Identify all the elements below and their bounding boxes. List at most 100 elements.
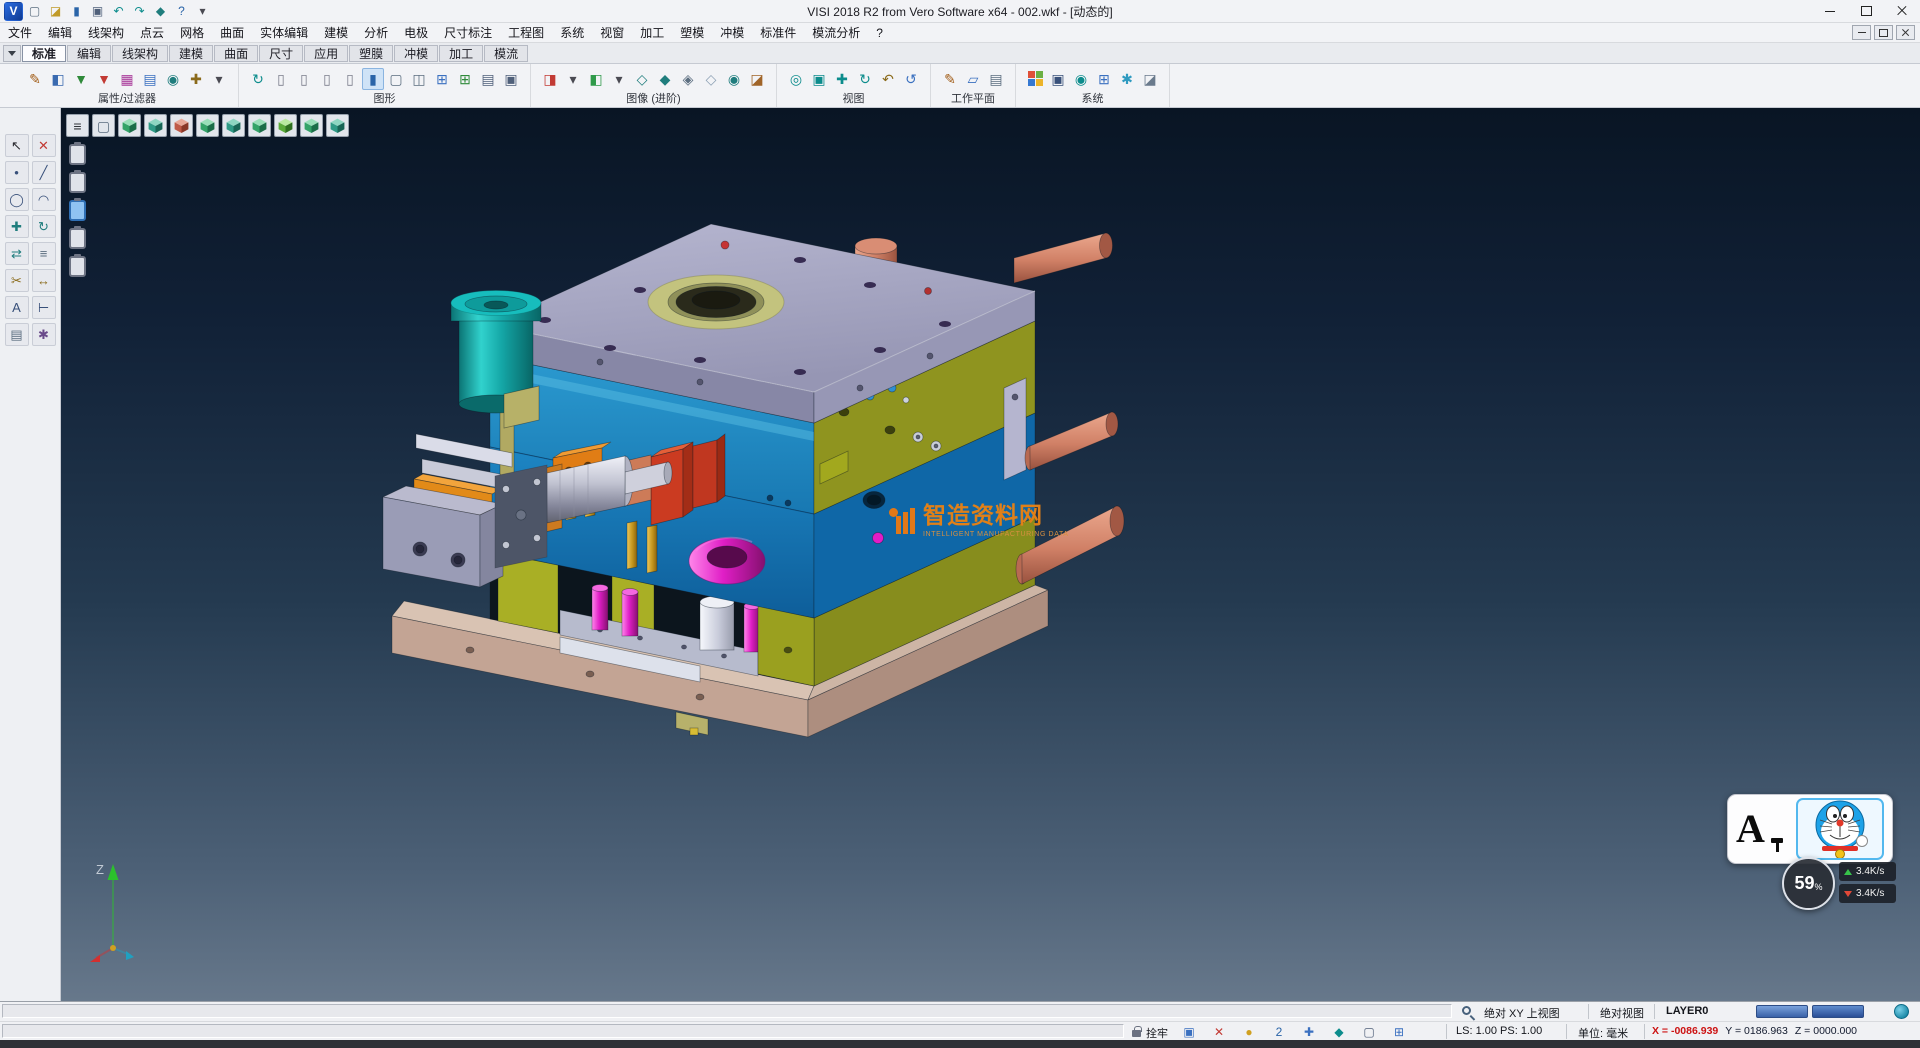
tab-item[interactable]: 应用 [304, 45, 348, 62]
cpu-percent-badge[interactable]: 59 % [1782, 857, 1835, 910]
view-iso-2-icon[interactable] [300, 114, 323, 137]
refresh-view-icon[interactable]: ↺ [900, 68, 922, 90]
transparent-icon[interactable]: ◇ [700, 68, 722, 90]
zoom-2-icon[interactable]: 2 [1270, 1023, 1288, 1040]
select-icon[interactable]: ↖ [5, 134, 29, 157]
clipboard-slot[interactable] [69, 256, 86, 277]
view-back-icon[interactable] [222, 114, 245, 137]
rotate-icon[interactable]: ↻ [32, 215, 56, 238]
list-bar-3-icon[interactable]: ▯ [316, 68, 338, 90]
view-right-icon[interactable] [170, 114, 193, 137]
point-icon[interactable]: • [5, 161, 29, 184]
mdi-close-button[interactable] [1896, 25, 1915, 40]
tab-item[interactable]: 尺寸 [259, 45, 303, 62]
scale-readout[interactable]: LS: 1.00 PS: 1.00 [1456, 1025, 1542, 1037]
units-readout[interactable]: 单位: 毫米 [1578, 1025, 1628, 1041]
new-file-icon[interactable]: ▢ [25, 2, 44, 21]
search-icon[interactable] [1462, 1006, 1471, 1015]
menu-item[interactable]: 建模 [316, 23, 356, 42]
tab-list-dropdown-icon[interactable] [3, 45, 21, 62]
attr-more-icon[interactable]: ▾ [208, 68, 230, 90]
mold-3d-model[interactable]: Z [61, 108, 1920, 1001]
line-icon[interactable]: ╱ [32, 161, 56, 184]
maximize-button[interactable] [1848, 0, 1884, 22]
edit-attributes-icon[interactable]: ✎ [24, 68, 46, 90]
pan-icon[interactable]: ✚ [831, 68, 853, 90]
mirror-icon[interactable]: ⇄ [5, 242, 29, 265]
snap-icon[interactable]: ✚ [1300, 1023, 1318, 1040]
tab-item[interactable]: 模流 [484, 45, 528, 62]
open-file-icon[interactable]: ◪ [46, 2, 65, 21]
filter-red-icon[interactable]: ▼ [93, 68, 115, 90]
view-iso-3-icon[interactable] [326, 114, 349, 137]
view-absolute-mode[interactable]: 绝对视图 [1600, 1005, 1644, 1021]
tab-item[interactable]: 塑膜 [349, 45, 393, 62]
view-lock-mode[interactable]: 绝对 XY 上视图 [1484, 1005, 1560, 1021]
rotate-view-icon[interactable]: ↻ [854, 68, 876, 90]
view-front-icon[interactable] [144, 114, 167, 137]
clipboard-slot[interactable] [69, 172, 86, 193]
filter-green-icon[interactable]: ▼ [70, 68, 92, 90]
qat-more-icon[interactable]: ▾ [193, 2, 212, 21]
print-icon[interactable]: ▣ [500, 68, 522, 90]
menu-item[interactable]: 编辑 [40, 23, 80, 42]
system-colors-icon[interactable] [1024, 68, 1046, 90]
tab-item[interactable]: 曲面 [214, 45, 258, 62]
page-view-icon[interactable]: ▢ [385, 68, 407, 90]
render-menu-icon[interactable]: ▾ [562, 68, 584, 90]
tab-item[interactable]: 标准 [22, 45, 66, 62]
color-palette-icon[interactable]: ▦ [116, 68, 138, 90]
zoom-fit-icon[interactable]: ▣ [808, 68, 830, 90]
list-bar-2-icon[interactable]: ▯ [293, 68, 315, 90]
layers-icon[interactable]: ▤ [5, 323, 29, 346]
view-cube-icon[interactable]: ◆ [151, 2, 170, 21]
menu-item[interactable]: 实体编辑 [252, 23, 316, 42]
highlight-icon[interactable]: ● [1240, 1023, 1258, 1040]
tab-item[interactable]: 建模 [169, 45, 213, 62]
multi-page-icon[interactable]: ◫ [408, 68, 430, 90]
workplane-align-icon[interactable]: ▱ [962, 68, 984, 90]
tab-item[interactable]: 冲模 [394, 45, 438, 62]
monitor-icon[interactable]: ▣ [1047, 68, 1069, 90]
visibility-icon[interactable]: ◉ [162, 68, 184, 90]
mdi-minimize-button[interactable] [1852, 25, 1871, 40]
menu-item[interactable]: 分析 [356, 23, 396, 42]
menu-item[interactable]: 线架构 [80, 23, 132, 42]
render-red-icon[interactable]: ◨ [539, 68, 561, 90]
view-menu-icon[interactable]: ≡ [66, 114, 89, 137]
print-file-icon[interactable]: ▣ [88, 2, 107, 21]
active-layer[interactable]: LAYER0 [1666, 1005, 1708, 1017]
wireframe-icon[interactable]: ◇ [631, 68, 653, 90]
menu-item[interactable]: 标准件 [752, 23, 804, 42]
layer-filter-icon[interactable]: ▤ [139, 68, 161, 90]
section-icon[interactable]: ◪ [746, 68, 768, 90]
help-icon[interactable]: ? [172, 2, 191, 21]
spreadsheet-icon[interactable]: ⊞ [1093, 68, 1115, 90]
viewport-canvas[interactable]: Z ≡▢ 智造资料网 INTELLIGENT MANUFACTURING DAT… [61, 108, 1920, 1001]
cad-panel-icon[interactable]: ◪ [1139, 68, 1161, 90]
monitor-2-icon[interactable]: ▢ [1360, 1023, 1378, 1040]
menu-item[interactable]: 尺寸标注 [436, 23, 500, 42]
dimension-icon[interactable]: ⊢ [32, 296, 56, 319]
render-menu-2-icon[interactable]: ▾ [608, 68, 630, 90]
sheet-icon[interactable]: ▤ [477, 68, 499, 90]
arc-icon[interactable]: ◠ [32, 188, 56, 211]
menu-item[interactable]: ? [868, 23, 891, 42]
workplane-create-icon[interactable]: ✎ [939, 68, 961, 90]
net-speed-widget[interactable]: A [1727, 794, 1893, 864]
measure-icon[interactable]: ↔ [32, 269, 56, 292]
snapshot-icon[interactable]: ▣ [1180, 1023, 1198, 1040]
circle-icon[interactable]: ◯ [5, 188, 29, 211]
tab-item[interactable]: 加工 [439, 45, 483, 62]
menu-item[interactable]: 点云 [132, 23, 172, 42]
shaded-display-icon[interactable]: ▮ [362, 68, 384, 90]
list-bar-4-icon[interactable]: ▯ [339, 68, 361, 90]
grid-table-icon[interactable]: ⊞ [431, 68, 453, 90]
quick-select-icon[interactable]: ✚ [185, 68, 207, 90]
redo-icon[interactable]: ↷ [130, 2, 149, 21]
settings-icon[interactable]: ✱ [32, 323, 56, 346]
zoom-window-icon[interactable]: ◎ [785, 68, 807, 90]
match-properties-icon[interactable]: ◧ [47, 68, 69, 90]
layer-color-bar-2[interactable] [1812, 1005, 1864, 1018]
visi-logo[interactable]: V [4, 2, 23, 21]
